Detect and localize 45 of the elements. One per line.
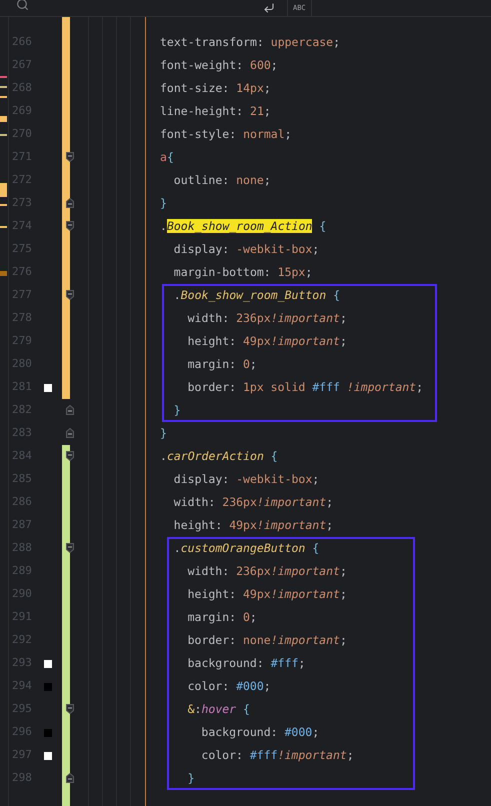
fold-end-icon[interactable]: [66, 405, 74, 415]
collapse-icon[interactable]: [66, 451, 74, 461]
code-line: }: [160, 425, 167, 442]
fold-end-icon[interactable]: [66, 428, 74, 438]
collapse-icon[interactable]: [66, 290, 74, 300]
code-line: .Book_show_room_Action {: [160, 218, 326, 235]
code-line: background: #fff;: [188, 655, 306, 672]
code-line: }: [160, 195, 167, 212]
code-line: color: #000;: [188, 678, 271, 695]
code-line: .carOrderAction {: [160, 448, 278, 465]
collapse-icon[interactable]: [66, 704, 74, 714]
collapse-icon[interactable]: [66, 221, 74, 231]
fold-end-icon[interactable]: [66, 773, 74, 783]
code-line: color: #fff!important;: [201, 747, 354, 764]
code-line: }: [174, 402, 181, 419]
enter-icon[interactable]: [263, 2, 275, 14]
code-line: display: -webkit-box;: [174, 241, 320, 258]
code-line: a{: [160, 149, 174, 166]
code-line: height: 49px!important;: [188, 333, 347, 350]
code-line: &:hover {: [188, 701, 250, 718]
code-line: width: 236px!important;: [188, 563, 347, 580]
code-line: margin: 0;: [188, 609, 257, 626]
code-line: font-size: 14px;: [160, 80, 271, 97]
code-line: width: 236px!important;: [188, 310, 347, 327]
code-line: display: -webkit-box;: [174, 471, 320, 488]
collapse-icon[interactable]: [66, 543, 74, 553]
code-line: outline: none;: [174, 172, 271, 189]
code-line: border: none!important;: [188, 632, 347, 649]
code-line: font-style: normal;: [160, 126, 292, 143]
code-line: text-transform: uppercase;: [160, 34, 340, 51]
code-line: margin: 0;: [188, 356, 257, 373]
code-line: font-weight: 600;: [160, 57, 278, 74]
code-line: .customOrangeButton {: [174, 540, 320, 557]
code-line: }: [188, 770, 195, 787]
code-line: margin-bottom: 15px;: [174, 264, 312, 281]
fold-end-icon[interactable]: [66, 198, 74, 208]
code-line: height: 49px!important;: [188, 586, 347, 603]
code-line: width: 236px!important;: [174, 494, 334, 511]
code-line: .Book_show_room_Button {: [174, 287, 340, 304]
search-icon[interactable]: [16, 0, 29, 10]
code-line: line-height: 21;: [160, 103, 271, 120]
code-line: background: #000;: [201, 724, 320, 741]
code-line: height: 49px!important;: [174, 517, 334, 534]
code-line: border: 1px solid #fff !important;: [188, 379, 424, 396]
collapse-icon[interactable]: [66, 152, 74, 162]
